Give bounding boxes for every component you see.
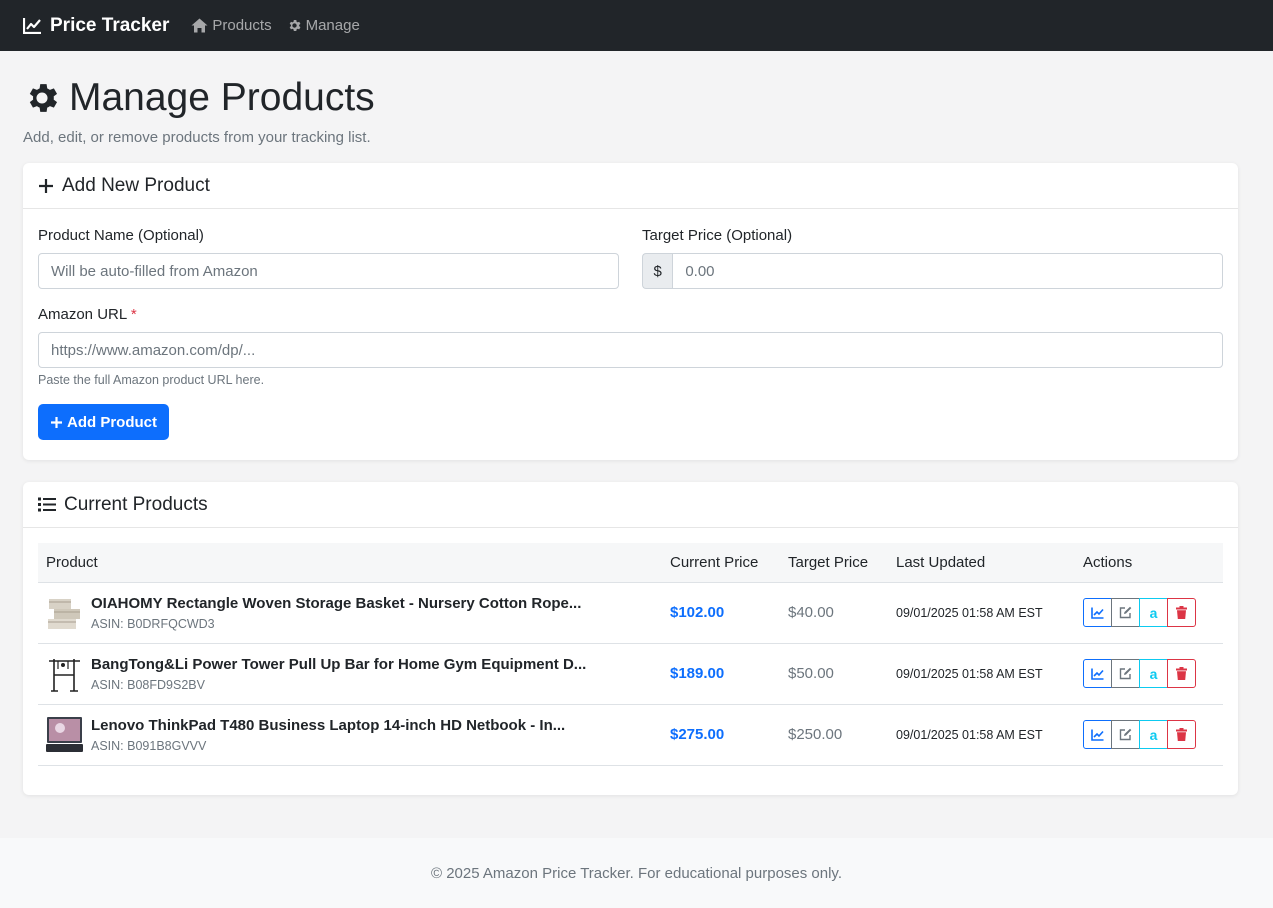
target-price: $40.00 [788,604,834,621]
last-updated: 09/01/2025 01:58 AM EST [896,728,1043,742]
row-actions: a [1083,659,1215,688]
product-asin: ASIN: B08FD9S2BV [91,677,205,692]
column-header-target-price: Target Price [780,543,888,583]
brand-text: Price Tracker [50,14,170,36]
gear-icon [289,20,301,31]
chart-line-icon [1091,668,1104,680]
footer: © 2025 Amazon Price Tracker. For educati… [0,838,1273,908]
amazon-url-help: Paste the full Amazon product URL here. [38,373,265,387]
nav-link-manage-label: Manage [305,17,360,34]
amazon-icon: a [1149,604,1158,621]
view-chart-button[interactable] [1083,659,1112,688]
current-products-header-text: Current Products [64,493,208,515]
edit-icon [1119,667,1132,680]
amazon-icon: a [1149,665,1158,682]
amazon-link-button[interactable]: a [1139,598,1168,627]
page-title: Manage Products [23,76,1238,119]
column-header-current-price: Current Price [662,543,780,583]
column-header-last-updated: Last Updated [888,543,1075,583]
product-name-label: Product Name (Optional) [38,227,204,244]
chart-line-icon [1091,607,1104,619]
current-price: $189.00 [670,665,725,682]
row-actions: a [1083,720,1215,749]
trash-icon [1176,728,1187,741]
add-product-button-label: Add Product [67,413,157,431]
products-table: Product Current Price Target Price Last … [38,543,1223,766]
delete-button[interactable] [1167,720,1196,749]
edit-button[interactable] [1111,659,1140,688]
amazon-link-button[interactable]: a [1139,720,1168,749]
edit-icon [1119,728,1132,741]
navbar: Price Tracker Products Manage [0,0,1273,51]
product-name[interactable]: BangTong&Li Power Tower Pull Up Bar for … [91,656,586,673]
current-price: $102.00 [670,604,725,621]
amazon-url-input[interactable] [38,332,1223,368]
table-row: OIAHOMY Rectangle Woven Storage Basket -… [38,582,1223,643]
plus-icon [39,178,53,193]
chart-line-icon [23,18,41,34]
current-products-card: Current Products Product Current Price T… [23,482,1238,795]
edit-button[interactable] [1111,720,1140,749]
delete-button[interactable] [1167,598,1196,627]
add-product-header: Add New Product [23,163,1238,209]
amazon-url-label: Amazon URL * [38,306,1223,323]
plus-icon [51,416,62,428]
table-row: Lenovo ThinkPad T480 Business Laptop 14-… [38,704,1223,765]
amazon-url-label-text: Amazon URL [38,306,127,323]
required-marker: * [130,306,137,323]
current-products-header: Current Products [23,482,1238,528]
product-asin: ASIN: B0DRFQCWD3 [91,616,215,631]
column-header-product: Product [38,543,662,583]
product-thumbnail [46,716,83,753]
home-icon [191,18,208,33]
product-asin: ASIN: B091B8GVVV [91,738,207,753]
view-chart-button[interactable] [1083,598,1112,627]
nav-link-products[interactable]: Products [191,17,272,34]
delete-button[interactable] [1167,659,1196,688]
footer-text: © 2025 Amazon Price Tracker. For educati… [431,864,842,882]
chart-line-icon [1091,729,1104,741]
page-subtitle: Add, edit, or remove products from your … [23,129,371,146]
amazon-icon: a [1149,726,1158,743]
product-thumbnail [46,655,83,692]
add-product-header-text: Add New Product [62,174,210,196]
page-title-text: Manage Products [69,76,375,119]
product-name[interactable]: Lenovo ThinkPad T480 Business Laptop 14-… [91,717,565,734]
target-price-group: $ [642,253,1223,289]
product-thumbnail [46,594,83,631]
brand-link[interactable]: Price Tracker [23,15,169,37]
main-container: Manage Products Add, edit, or remove pro… [23,51,1238,795]
target-price-input[interactable] [672,253,1223,289]
nav-link-products-label: Products [212,17,272,34]
current-price: $275.00 [670,726,725,743]
add-product-button[interactable]: Add Product [38,404,169,440]
product-name[interactable]: OIAHOMY Rectangle Woven Storage Basket -… [91,595,581,612]
add-product-card: Add New Product Product Name (Optional) … [23,163,1238,460]
trash-icon [1176,606,1187,619]
last-updated: 09/01/2025 01:58 AM EST [896,667,1043,681]
nav-link-manage[interactable]: Manage [287,17,360,34]
view-chart-button[interactable] [1083,720,1112,749]
row-actions: a [1083,598,1215,627]
last-updated: 09/01/2025 01:58 AM EST [896,606,1043,620]
table-header-row: Product Current Price Target Price Last … [38,543,1223,583]
product-name-input[interactable] [38,253,619,289]
target-price: $50.00 [788,665,834,682]
amazon-link-button[interactable]: a [1139,659,1168,688]
edit-button[interactable] [1111,598,1140,627]
trash-icon [1176,667,1187,680]
column-header-actions: Actions [1075,543,1223,583]
target-price-label: Target Price (Optional) [642,227,793,244]
gear-icon [29,84,58,112]
target-price: $250.00 [788,726,843,743]
table-row: BangTong&Li Power Tower Pull Up Bar for … [38,643,1223,704]
edit-icon [1119,606,1132,619]
list-icon [38,497,56,512]
currency-addon: $ [642,253,673,289]
